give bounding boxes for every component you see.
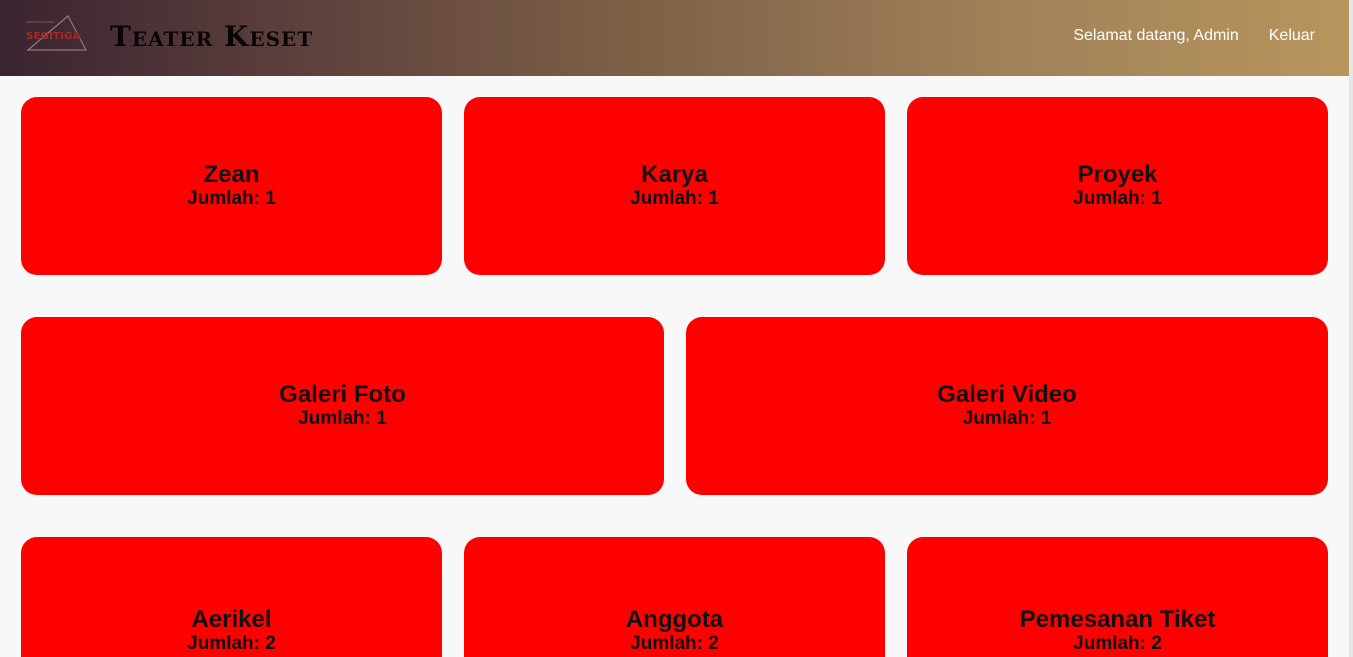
- card-zean[interactable]: Zean Jumlah: 1: [21, 97, 442, 275]
- card-title: Galeri Video: [937, 381, 1077, 408]
- page-scrollbar[interactable]: [1349, 0, 1353, 657]
- card-count: Jumlah: 2: [630, 633, 719, 654]
- card-count: Jumlah: 1: [298, 408, 387, 429]
- card-count: Jumlah: 2: [1073, 633, 1162, 654]
- card-title: Zean: [203, 161, 260, 188]
- card-aerikel[interactable]: Aerikel Jumlah: 2: [21, 537, 442, 657]
- card-count: Jumlah: 1: [187, 188, 276, 209]
- card-count: Jumlah: 1: [1073, 188, 1162, 209]
- card-title: Aerikel: [191, 606, 272, 633]
- card-title: Galeri Foto: [279, 381, 406, 408]
- top-header: SEGITIGA Teater Keset Selamat datang, Ad…: [0, 0, 1349, 76]
- header-nav: Selamat datang, Admin Keluar: [1073, 26, 1315, 46]
- card-title: Karya: [641, 161, 708, 188]
- card-galeri-video[interactable]: Galeri Video Jumlah: 1: [686, 317, 1328, 495]
- logout-link[interactable]: Keluar: [1269, 26, 1315, 46]
- card-karya[interactable]: Karya Jumlah: 1: [464, 97, 885, 275]
- card-title: Anggota: [625, 606, 724, 633]
- site-title: Teater Keset: [110, 20, 314, 53]
- logo-text: SEGITIGA: [26, 31, 81, 42]
- card-count: Jumlah: 2: [187, 633, 276, 654]
- card-galeri-foto[interactable]: Galeri Foto Jumlah: 1: [21, 317, 664, 495]
- card-count: Jumlah: 1: [630, 188, 719, 209]
- card-count: Jumlah: 1: [962, 408, 1052, 429]
- welcome-link[interactable]: Selamat datang, Admin: [1073, 26, 1238, 46]
- logo[interactable]: SEGITIGA: [24, 14, 90, 54]
- card-title: Proyek: [1077, 161, 1158, 188]
- card-title: Pemesanan Tiket: [1019, 606, 1216, 633]
- card-pemesanan-tiket[interactable]: Pemesanan Tiket Jumlah: 2: [907, 537, 1328, 657]
- card-proyek[interactable]: Proyek Jumlah: 1: [907, 97, 1328, 275]
- card-anggota[interactable]: Anggota Jumlah: 2: [464, 537, 885, 657]
